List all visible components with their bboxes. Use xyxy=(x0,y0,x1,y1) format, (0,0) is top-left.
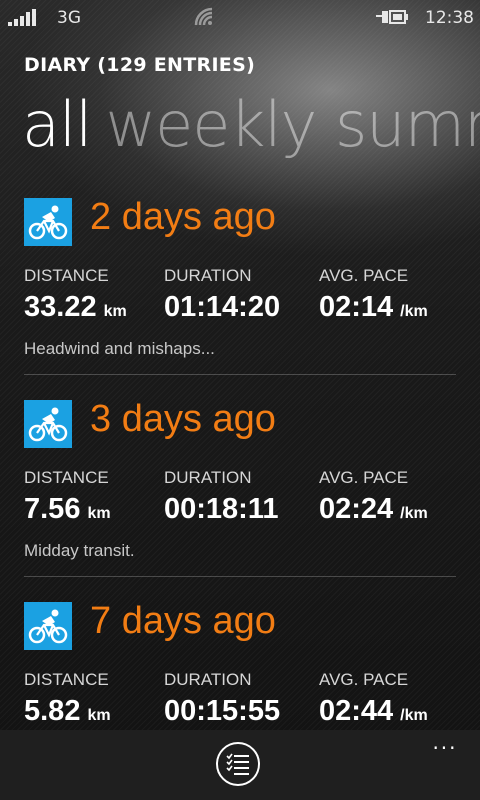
checklist-icon xyxy=(226,753,249,775)
duration-value: 00:15:55 xyxy=(164,695,281,727)
list-item[interactable]: 3 days ago DISTANCE DURATION AVG. PACE 7… xyxy=(0,392,480,578)
distance-label: DISTANCE xyxy=(24,266,109,285)
duration-label: DURATION xyxy=(164,468,252,487)
distance-label: DISTANCE xyxy=(24,468,109,487)
divider xyxy=(24,576,456,577)
list-item[interactable]: 7 days ago DISTANCE DURATION AVG. PACE 5… xyxy=(0,594,480,730)
pace-label: AVG. PACE xyxy=(319,670,409,689)
entry-date: 3 days ago xyxy=(90,398,276,440)
pivot-item-weekly-summary[interactable]: weekly summ xyxy=(105,88,480,161)
duration-label: DURATION xyxy=(164,266,252,285)
status-bar: 3G 12:38 xyxy=(0,0,480,36)
pace-label: AVG. PACE xyxy=(319,266,409,285)
pace-label: AVG. PACE xyxy=(319,468,409,487)
pace-value: 02:44/km xyxy=(319,695,428,727)
wifi-icon xyxy=(194,7,213,26)
duration-label: DURATION xyxy=(164,670,252,689)
duration-value: 01:14:20 xyxy=(164,291,281,323)
pace-value: 02:24/km xyxy=(319,493,428,525)
diary-list[interactable]: 2 days ago DISTANCE DURATION AVG. PACE 3… xyxy=(0,190,480,730)
pivot-item-all[interactable]: all xyxy=(22,88,92,161)
checklist-button[interactable] xyxy=(216,742,260,786)
list-item[interactable]: 2 days ago DISTANCE DURATION AVG. PACE 3… xyxy=(0,190,480,376)
app-bar: ... xyxy=(0,730,480,800)
clock: 12:38 xyxy=(425,8,474,28)
distance-value: 5.82 km xyxy=(24,695,111,727)
distance-value: 33.22 km xyxy=(24,291,127,323)
diary-title: DIARY (129 ENTRIES) xyxy=(24,54,256,76)
cycling-icon xyxy=(24,400,72,448)
entry-date: 7 days ago xyxy=(90,600,276,642)
pace-value: 02:14/km xyxy=(319,291,428,323)
pivot-header: allweekly summ xyxy=(22,88,480,161)
entry-note: Headwind and mishaps... xyxy=(24,339,215,358)
network-type: 3G xyxy=(57,8,81,28)
distance-label: DISTANCE xyxy=(24,670,109,689)
cycling-icon xyxy=(24,602,72,650)
divider xyxy=(24,374,456,375)
duration-value: 00:18:11 xyxy=(164,493,279,525)
more-options-button[interactable]: ... xyxy=(430,730,460,754)
battery-charging-icon xyxy=(376,10,408,24)
entry-note: Midday transit. xyxy=(24,541,135,560)
cycling-icon xyxy=(24,198,72,246)
entry-date: 2 days ago xyxy=(90,196,276,238)
distance-value: 7.56 km xyxy=(24,493,111,525)
signal-strength-icon xyxy=(8,9,36,26)
